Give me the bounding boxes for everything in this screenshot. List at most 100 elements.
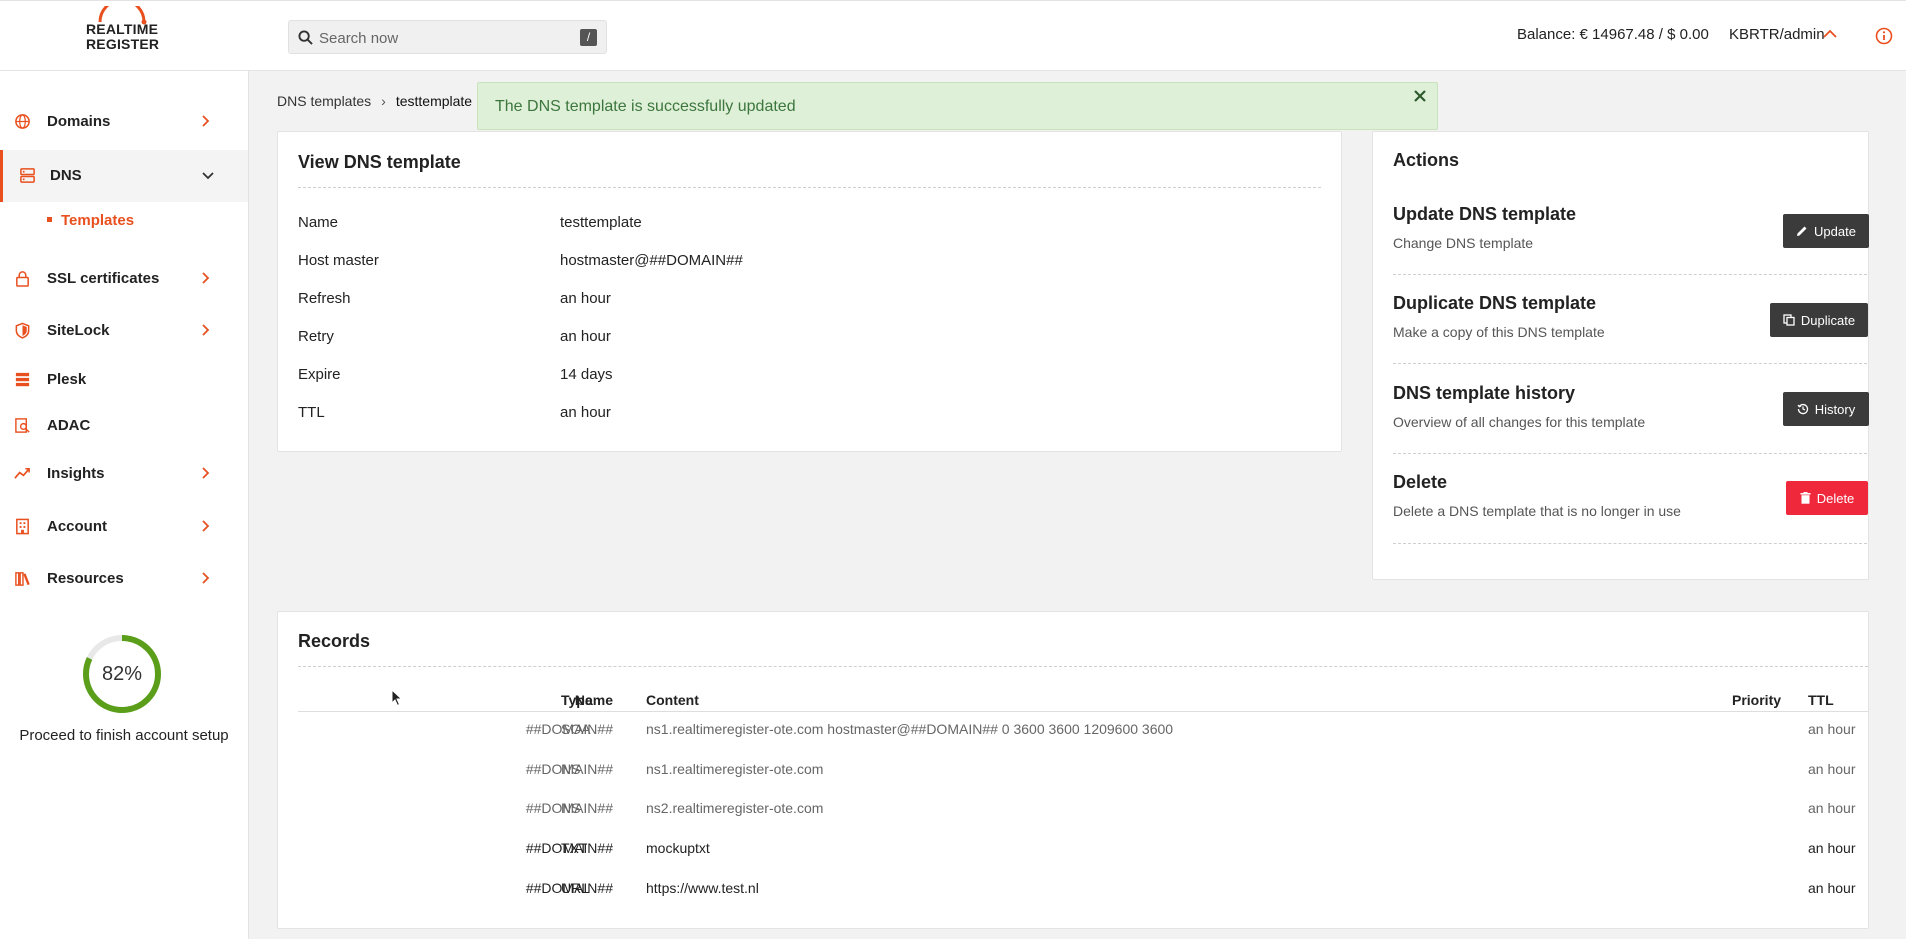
setup-progress-value: 82% <box>101 663 143 685</box>
sidebar-item-label: Domains <box>47 113 111 130</box>
field-label: Retry <box>298 328 334 345</box>
chevron-up-icon[interactable] <box>1823 29 1837 38</box>
info-icon[interactable] <box>1875 27 1893 45</box>
server-icon <box>20 168 35 183</box>
bullet-icon <box>47 216 52 222</box>
divider <box>1393 453 1867 454</box>
lock-icon <box>16 271 29 287</box>
building-icon <box>16 518 29 535</box>
field-label: TTL <box>298 404 325 421</box>
cell-content: ns1.realtimeregister-ote.com hostmaster@… <box>646 721 1174 737</box>
field-value: an hour <box>560 404 611 421</box>
cell-ttl: an hour <box>1808 721 1856 737</box>
delete-button[interactable]: Delete <box>1786 481 1868 515</box>
cell-type: TXT <box>561 840 588 856</box>
cell-type: NS <box>561 800 581 816</box>
top-bar: REALTIME REGISTER / Balance: € 14967.48 … <box>0 0 1906 71</box>
cell-ttl: an hour <box>1808 761 1856 777</box>
divider <box>298 666 1868 667</box>
history-button[interactable]: History <box>1783 392 1869 426</box>
breadcrumb-separator-icon: › <box>381 93 386 109</box>
action-title: Delete <box>1393 472 1448 492</box>
sidebar-item-dns[interactable]: DNS <box>0 150 248 202</box>
cell-name: ##DOMAIN## <box>525 761 613 777</box>
logo-text: REALTIME REGISTER <box>86 21 160 52</box>
sidebar-item-label: Insights <box>47 465 105 482</box>
divider <box>1393 543 1867 544</box>
pencil-icon <box>1797 226 1807 236</box>
breadcrumb-current: testtemplate <box>395 93 473 109</box>
shield-icon <box>15 322 30 339</box>
field-value: testtemplate <box>560 214 642 231</box>
sidebar-item-label: Resources <box>47 570 124 587</box>
sidebar-item-resources[interactable]: Resources <box>0 554 248 604</box>
sidebar-subitem-templates[interactable]: Templates <box>47 212 134 229</box>
card-title: View DNS template <box>298 152 461 172</box>
cell-type: SOA <box>561 721 591 737</box>
field-value: an hour <box>560 290 611 307</box>
sidebar-item-insights[interactable]: Insights <box>0 449 248 499</box>
mouse-cursor-icon <box>391 689 403 707</box>
balance: Balance: € 14967.48 / $ 0.00 <box>1517 26 1709 43</box>
column-header-name[interactable]: Name <box>498 692 613 708</box>
action-title: Update DNS template <box>1393 204 1577 224</box>
search-icon <box>298 30 313 45</box>
table-header-divider <box>298 711 1868 712</box>
duplicate-button[interactable]: Duplicate <box>1770 303 1868 337</box>
search-box[interactable]: / <box>288 20 607 54</box>
chevron-right-icon <box>202 520 209 532</box>
column-header-ttl[interactable]: TTL <box>1808 692 1834 708</box>
field-value: hostmaster@##DOMAIN## <box>560 252 743 269</box>
action-desc: Delete a DNS template that is no longer … <box>1393 503 1681 519</box>
user-menu[interactable]: KBRTR/admin <box>1729 26 1825 43</box>
action-desc: Overview of all changes for this templat… <box>1393 414 1646 430</box>
sidebar-item-label: DNS <box>50 167 82 184</box>
globe-icon <box>15 114 30 129</box>
sidebar-item-label: Account <box>47 518 107 535</box>
action-title: DNS template history <box>1393 383 1576 403</box>
books-icon <box>15 572 30 586</box>
chevron-right-icon <box>202 572 209 584</box>
sidebar-item-label: Plesk <box>47 371 87 388</box>
close-icon[interactable] <box>1413 89 1427 103</box>
cell-content: https://www.test.nl <box>646 880 759 896</box>
chevron-right-icon <box>202 115 209 127</box>
search-input[interactable] <box>319 27 559 49</box>
field-label: Refresh <box>298 290 351 307</box>
action-desc: Make a copy of this DNS template <box>1393 324 1605 340</box>
divider <box>298 187 1321 188</box>
sidebar-item-account[interactable]: Account <box>0 502 248 552</box>
logo[interactable]: REALTIME REGISTER <box>86 6 160 68</box>
sidebar-item-adac[interactable]: ADAC <box>0 401 248 451</box>
setup-progress-caption[interactable]: Proceed to finish account setup <box>0 727 248 744</box>
sidebar-item-label: SSL certificates <box>47 270 160 287</box>
breadcrumb: DNS templates › testtemplate <box>277 93 472 109</box>
divider <box>1393 363 1867 364</box>
column-header-content[interactable]: Content <box>646 692 699 708</box>
sidebar: Domains DNS Templates SSL certificates S… <box>0 71 249 939</box>
column-header-priority[interactable]: Priority <box>1732 692 1781 708</box>
cell-ttl: an hour <box>1808 800 1856 816</box>
column-header-type[interactable]: Type <box>561 692 593 708</box>
cell-ttl: an hour <box>1808 840 1856 856</box>
sidebar-item-domains[interactable]: Domains <box>0 97 248 147</box>
breadcrumb-root[interactable]: DNS templates <box>277 93 371 109</box>
field-value: 14 days <box>560 366 613 383</box>
update-button[interactable]: Update <box>1783 214 1869 248</box>
chevron-right-icon <box>202 467 209 479</box>
chevron-right-icon <box>202 272 209 284</box>
sidebar-item-sitelock[interactable]: SiteLock <box>0 306 248 356</box>
cell-ttl: an hour <box>1808 880 1856 896</box>
divider <box>1393 274 1867 275</box>
actions-card: Actions Update DNS template Change DNS t… <box>1372 131 1869 580</box>
cell-type: NS <box>561 761 581 777</box>
cell-content: mockuptxt <box>646 840 710 856</box>
field-label: Host master <box>298 252 379 269</box>
sidebar-item-ssl-certificates[interactable]: SSL certificates <box>0 254 248 304</box>
cell-content: ns1.realtimeregister-ote.com <box>646 761 824 777</box>
trash-icon <box>1800 492 1811 504</box>
action-desc: Change DNS template <box>1393 235 1534 251</box>
history-icon <box>1797 403 1808 415</box>
sidebar-item-plesk[interactable]: Plesk <box>0 355 248 405</box>
field-label: Name <box>298 214 339 231</box>
